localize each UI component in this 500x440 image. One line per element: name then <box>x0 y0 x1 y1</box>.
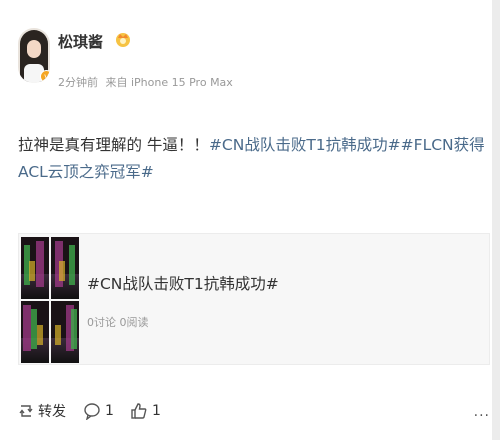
crown-icon <box>116 33 130 47</box>
post-source: 来自 iPhone 15 Pro Max <box>105 76 233 89</box>
username[interactable]: 松琪酱 <box>58 31 103 52</box>
right-edge <box>492 0 500 440</box>
topic-thumbnail <box>19 234 81 364</box>
card-reads: 0阅读 <box>119 316 149 329</box>
comment-count: 1 <box>105 403 114 419</box>
post-time[interactable]: 2分钟前 <box>58 76 98 89</box>
card-stats: 0讨论 0阅读 <box>87 314 149 330</box>
post-meta: 2分钟前 来自 iPhone 15 Pro Max <box>58 74 237 90</box>
v-badge-icon: v <box>40 70 50 83</box>
action-bar: 转发 1 1 ··· <box>18 398 490 424</box>
more-options-icon[interactable]: ··· <box>474 408 490 424</box>
like-button[interactable]: 1 <box>130 398 161 424</box>
post-text: 拉神是真有理解的 牛逼！！ <box>18 136 209 154</box>
post-body: 拉神是真有理解的 牛逼！！#CN战队击败T1抗韩成功##FLCN获得ACL云顶之… <box>18 132 488 186</box>
repost-button[interactable]: 转发 <box>18 398 66 424</box>
avatar[interactable]: v <box>18 28 50 83</box>
topic-link[interactable]: #CN战队击败T1抗韩成功# <box>209 136 401 154</box>
like-count: 1 <box>152 403 161 419</box>
card-discussions: 0讨论 <box>87 316 116 329</box>
repost-icon <box>19 405 33 417</box>
comment-icon <box>84 403 100 420</box>
comment-button[interactable]: 1 <box>83 398 114 424</box>
topic-card[interactable]: #CN战队击败T1抗韩成功# 0讨论 0阅读 <box>18 233 490 365</box>
thumbs-up-icon <box>131 403 147 419</box>
card-title[interactable]: #CN战队击败T1抗韩成功# <box>87 272 279 294</box>
repost-label: 转发 <box>38 404 66 420</box>
